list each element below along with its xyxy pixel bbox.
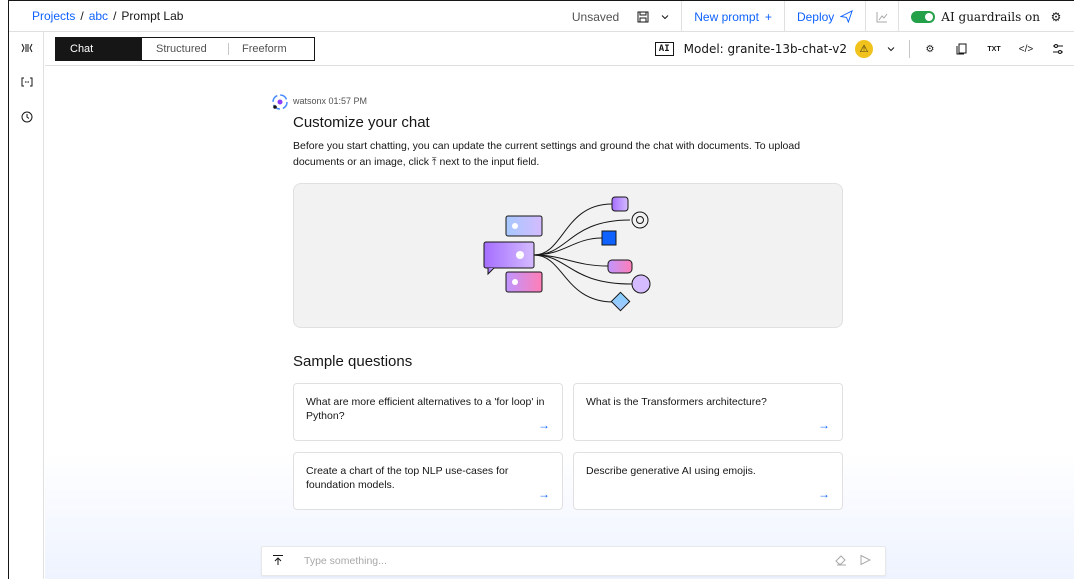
sample-question-text: What are more efficient alternatives to … <box>306 396 545 422</box>
text-format-icon[interactable]: TXT <box>978 32 1010 66</box>
message-body-line2a: documents or an image, click <box>293 156 429 168</box>
chat-input-bar <box>261 546 886 576</box>
breadcrumb-projects[interactable]: Projects <box>32 9 75 23</box>
breadcrumb: Projects / abc / Prompt Lab <box>9 9 183 23</box>
app-frame: Projects / abc / Prompt Lab Unsaved New … <box>8 0 1074 579</box>
chart-icon[interactable] <box>874 9 890 25</box>
history-icon[interactable] <box>19 109 35 125</box>
breadcrumb-project[interactable]: abc <box>89 9 108 23</box>
message-body-line1: Before you start chatting, you can updat… <box>293 140 801 152</box>
breadcrumb-separator: / <box>80 9 84 23</box>
breadcrumb-separator: / <box>113 9 117 23</box>
arrow-right-icon: → <box>538 487 550 501</box>
deploy-button[interactable]: Deploy <box>785 10 865 24</box>
send-icon[interactable] <box>853 554 877 569</box>
divider <box>909 40 910 58</box>
chevron-down-icon[interactable] <box>657 9 673 25</box>
sample-question-text: What is the Transformers architecture? <box>586 396 767 408</box>
tab-structured[interactable]: Structured <box>142 38 228 60</box>
message-body-line2b: next to the input field. <box>439 156 540 168</box>
new-prompt-label: New prompt <box>694 9 759 24</box>
upload-icon: ⤒ <box>431 156 437 168</box>
arrow-right-icon: → <box>538 418 550 432</box>
message-body: Before you start chatting, you can updat… <box>293 138 833 170</box>
guardrails-toggle[interactable] <box>911 10 936 23</box>
upload-icon[interactable] <box>262 554 294 569</box>
save-icon[interactable] <box>635 9 651 25</box>
ai-badge: AI <box>654 42 674 56</box>
sample-question-text: Describe generative AI using emojis. <box>586 465 756 477</box>
warning-icon[interactable]: ⚠ <box>855 40 873 58</box>
flow-illustration <box>483 196 651 312</box>
mode-bar: Chat Structured Freeform AI Model: grani… <box>45 32 1074 66</box>
divider <box>865 1 867 32</box>
send-icon <box>840 10 854 23</box>
message-title: Customize your chat <box>293 114 430 131</box>
header-actions: Unsaved New prompt + Deploy AI guardrail… <box>572 1 1074 32</box>
sliders-icon[interactable] <box>1042 32 1074 66</box>
collapse-icon[interactable] <box>19 40 35 56</box>
sample-question-card[interactable]: Create a chart of the top NLP use-cases … <box>293 452 563 510</box>
plus-icon: + <box>764 9 772 24</box>
sample-question-card[interactable]: Describe generative AI using emojis. → <box>573 452 843 510</box>
mode-switcher: Chat Structured Freeform <box>55 37 315 61</box>
gear-icon[interactable]: ⚙ <box>1048 9 1064 25</box>
unsaved-status: Unsaved <box>571 9 620 24</box>
deploy-label: Deploy <box>796 9 835 24</box>
message-sender: watsonx 01:57 PM <box>293 96 368 106</box>
tab-freeform[interactable]: Freeform <box>228 38 314 60</box>
guardrails-label: AI guardrails on <box>941 9 1040 24</box>
eraser-icon[interactable] <box>829 554 853 569</box>
arrow-right-icon: → <box>818 487 830 501</box>
divider <box>898 1 900 32</box>
chat-area: watsonx 01:57 PM Customize your chat Bef… <box>45 67 1074 579</box>
breadcrumb-current: Prompt Lab <box>121 9 184 23</box>
sample-question-card[interactable]: What is the Transformers architecture? → <box>573 383 843 441</box>
chat-illustration <box>293 183 843 328</box>
documents-icon[interactable] <box>946 32 978 66</box>
watsonx-avatar-icon <box>271 93 289 111</box>
model-controls: AI Model: granite-13b-chat-v2 ⚠ ⚙ TXT </… <box>654 32 1074 66</box>
sample-question-card[interactable]: What are more efficient alternatives to … <box>293 383 563 441</box>
arrow-right-icon: → <box>818 418 830 432</box>
chat-input[interactable] <box>294 555 829 567</box>
sample-question-text: Create a chart of the top NLP use-cases … <box>306 465 509 491</box>
model-selector[interactable]: Model: granite-13b-chat-v2 <box>684 42 847 56</box>
code-icon[interactable]: </> <box>1010 32 1042 66</box>
left-rail <box>9 32 44 579</box>
variables-icon[interactable] <box>19 74 35 90</box>
top-bar: Projects / abc / Prompt Lab Unsaved New … <box>9 1 1074 32</box>
settings-icon[interactable]: ⚙ <box>914 32 946 66</box>
chevron-down-icon[interactable] <box>883 41 899 57</box>
sample-questions-heading: Sample questions <box>293 353 413 370</box>
new-prompt-button[interactable]: New prompt + <box>682 10 784 24</box>
tab-chat[interactable]: Chat <box>56 38 142 60</box>
